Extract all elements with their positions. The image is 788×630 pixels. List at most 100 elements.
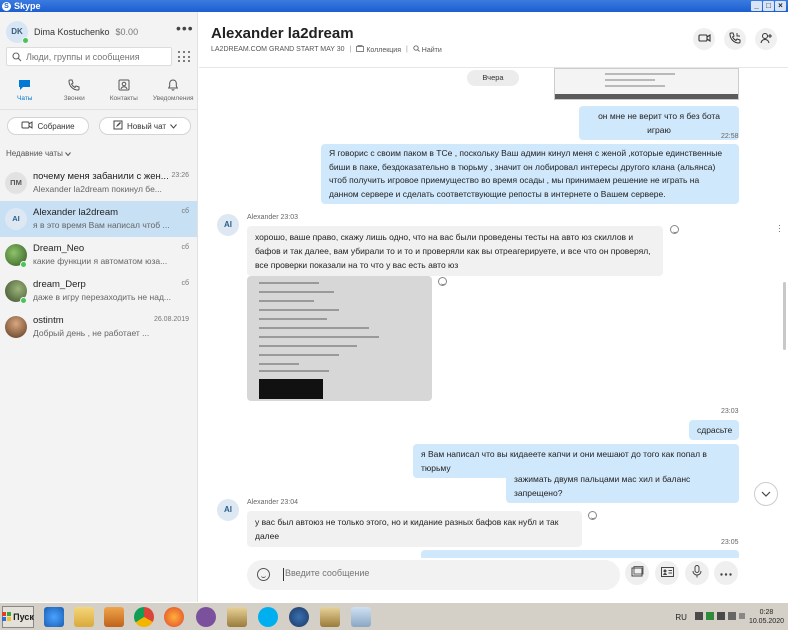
search-input[interactable] <box>26 51 166 62</box>
game-client-icon[interactable] <box>227 607 247 627</box>
media-gallery-button[interactable] <box>625 561 649 585</box>
tray-icons[interactable] <box>694 611 745 624</box>
message-bubble-outgoing[interactable]: Я говорис с своим паком в ТСе , поскольк… <box>321 144 739 204</box>
chrome-icon[interactable] <box>134 607 154 627</box>
avatar: AI <box>5 208 27 230</box>
profile[interactable]: DK Dima Kostuchenko $0.00 <box>6 21 139 44</box>
message-input[interactable] <box>285 568 585 578</box>
gallery-link[interactable]: Коллекция <box>356 45 401 54</box>
viber-icon[interactable] <box>196 607 216 627</box>
chat-name: ostintm <box>33 315 64 326</box>
file-explorer-icon[interactable] <box>74 607 94 627</box>
audio-call-button[interactable] <box>724 28 746 50</box>
chevron-down-icon <box>761 488 771 500</box>
search-box[interactable] <box>6 47 172 66</box>
new-chat-button[interactable]: Новый чат <box>99 117 191 135</box>
system-clock[interactable]: 0:28 10.05.2020 <box>749 608 784 626</box>
message-bubble-incoming[interactable]: у вас был автоюз не только этого, но и к… <box>247 511 582 547</box>
video-call-button[interactable] <box>693 28 715 50</box>
chat-date: сб <box>181 280 189 287</box>
add-people-button[interactable] <box>755 28 777 50</box>
emoji-reaction-icon[interactable] <box>670 225 679 234</box>
avatar[interactable]: DK <box>6 21 29 44</box>
profile-balance: $0.00 <box>115 27 139 37</box>
system-tray: RU 0:28 10.05.2020 <box>675 605 788 629</box>
conversation-pane: Alexander la2dream LA2DREAM.COM GRAND ST… <box>199 12 788 602</box>
tab-calls[interactable]: Звонки <box>50 76 100 110</box>
find-link[interactable]: Найти <box>413 45 442 54</box>
voice-message-button[interactable] <box>685 561 709 585</box>
message-time: 23:03 <box>721 408 739 415</box>
internet-explorer-icon[interactable] <box>44 607 64 627</box>
tab-chats[interactable]: Чаты <box>0 76 50 110</box>
chat-list-item[interactable]: ostintm Добрый день , не работает ... 26… <box>0 309 197 345</box>
avatar: AI <box>217 214 239 236</box>
tab-label: Уведомления <box>152 95 194 102</box>
sidebar: DK Dima Kostuchenko $0.00 ••• Чаты Звонк… <box>0 12 198 602</box>
recent-chats-header[interactable]: Недавние чаты <box>6 149 71 158</box>
dialpad-icon[interactable] <box>175 49 191 65</box>
chat-name: Dream_Neo <box>33 243 85 254</box>
message-time: 22:58 <box>721 133 739 140</box>
meeting-button[interactable]: Собрание <box>7 117 89 135</box>
chat-name: dream_Derp <box>33 279 86 290</box>
tab-label: Звонки <box>63 95 85 102</box>
avatar: ПМ <box>5 172 27 194</box>
send-contact-button[interactable] <box>655 561 679 585</box>
message-time: 23:05 <box>721 539 739 546</box>
online-status-icon <box>20 261 27 268</box>
chat-date: 23:26 <box>171 172 189 179</box>
teamspeak-icon[interactable] <box>289 607 309 627</box>
message-bubble-outgoing[interactable]: зажимать двумя пальцами мас хил и баланс… <box>506 469 739 503</box>
text-caret <box>283 568 284 581</box>
firefox-icon[interactable] <box>164 607 184 627</box>
chat-list-item[interactable]: dream_Derp даже в игру перезаходить не н… <box>0 273 197 309</box>
tab-contacts[interactable]: Контакты <box>99 76 149 110</box>
shared-image[interactable] <box>554 68 739 100</box>
conversation-subtitle-bar: LA2DREAM.COM GRAND START MAY 30 | Коллек… <box>211 45 442 54</box>
more-actions-button[interactable] <box>714 561 738 585</box>
chat-list-item[interactable]: AI Alexander la2dream я в это время Вам … <box>0 201 197 237</box>
emoji-reaction-icon[interactable] <box>438 277 447 286</box>
message-composer[interactable] <box>247 560 620 590</box>
chat-list-item[interactable]: ПМ почему меня забанили с жен... Alexand… <box>0 165 197 201</box>
notepad-icon[interactable] <box>351 607 371 627</box>
more-options-icon[interactable]: ••• <box>176 21 194 35</box>
message-bubble-incoming[interactable]: хорошо, ваше право, скажу лишь одно, что… <box>247 226 663 276</box>
search-icon <box>413 45 422 54</box>
message-options-icon[interactable]: · · · <box>778 221 781 236</box>
phone-icon <box>68 78 80 92</box>
scrollbar[interactable] <box>783 282 786 350</box>
emoji-reaction-icon[interactable] <box>588 511 597 520</box>
tab-notifications[interactable]: Уведомления <box>149 76 199 110</box>
minimize-button[interactable]: _ <box>751 1 762 11</box>
start-button[interactable]: Пуск <box>2 606 34 628</box>
close-button[interactable]: × <box>775 1 786 11</box>
language-indicator[interactable]: RU <box>675 613 687 622</box>
recent-chats-title: Недавние чаты <box>6 149 63 158</box>
chat-preview: Добрый день , не работает ... <box>33 328 150 338</box>
skype-icon[interactable] <box>258 607 278 627</box>
contact-card-icon <box>660 566 674 580</box>
find-label: Найти <box>421 47 442 54</box>
game-client-icon[interactable] <box>320 607 340 627</box>
message-list[interactable]: Вчера он мне не верит что я без бота игр… <box>199 68 788 558</box>
shared-image[interactable] <box>247 276 432 401</box>
contacts-icon <box>118 78 130 92</box>
new-chat-label: Новый чат <box>126 121 167 131</box>
message-sender: Alexander 23:03 <box>247 214 298 221</box>
chat-list-item[interactable]: Dream_Neo какие функции я автоматом юза.… <box>0 237 197 273</box>
message-bubble-outgoing[interactable]: он мне не верит что я без бота играю <box>579 106 739 140</box>
edit-icon <box>113 120 123 132</box>
message-bubble-outgoing[interactable]: сдрасьте <box>689 420 739 440</box>
conversation-title[interactable]: Alexander la2dream <box>211 25 354 42</box>
message-bubble-outgoing[interactable] <box>421 550 739 558</box>
tab-label: Чаты <box>17 95 33 102</box>
taskbar: Пуск RU 0:28 10.05.2020 <box>0 602 788 630</box>
emoji-icon[interactable] <box>257 568 270 581</box>
gallery-icon <box>356 45 366 54</box>
scroll-to-bottom-button[interactable] <box>754 482 778 506</box>
message-sender: Alexander 23:04 <box>247 499 298 506</box>
media-player-icon[interactable] <box>104 607 124 627</box>
maximize-button[interactable]: □ <box>763 1 774 11</box>
